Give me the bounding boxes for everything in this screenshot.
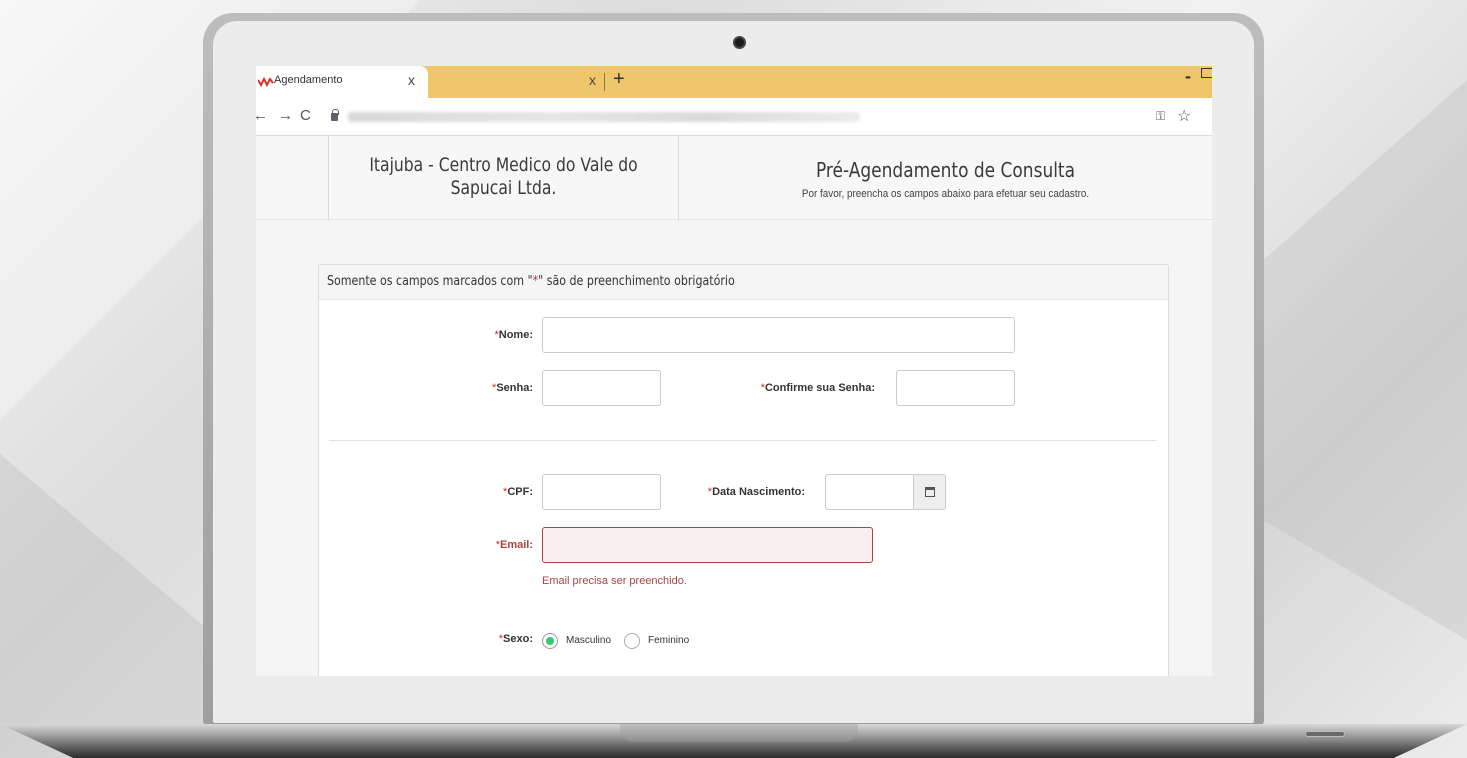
required-fields-notice: Somente os campos marcados com "*" são d…: [327, 274, 735, 289]
confirme-senha-label: *Confirme sua Senha:: [739, 382, 875, 394]
page-header: Itajuba - Centro Medico do Vale do Sapuc…: [256, 136, 1212, 220]
divider: [328, 136, 329, 220]
nome-label: *Nome:: [469, 329, 533, 341]
window-maximize-button[interactable]: [1201, 68, 1212, 78]
sexo-masculino-radio[interactable]: [542, 633, 558, 649]
page-subtitle: Por favor, preencha os campos abaixo par…: [801, 188, 1090, 200]
clinic-favicon-icon: [258, 77, 274, 87]
label-text: Nome:: [498, 329, 533, 341]
browser-tab-strip: Agendamento x x + -: [256, 66, 1212, 98]
nome-input[interactable]: [542, 317, 1015, 353]
label-text: Senha:: [496, 382, 533, 394]
tab-close-icon[interactable]: x: [408, 72, 415, 88]
new-tab-button[interactable]: +: [613, 68, 625, 91]
laptop-hinge-notch: [620, 724, 858, 742]
tab-agendamento[interactable]: Agendamento x: [256, 66, 428, 98]
label-text: Email:: [499, 539, 533, 551]
section-divider: [329, 440, 1156, 441]
page-title: Pré-Agendamento de Consulta: [815, 158, 1076, 182]
data-nascimento-label: *Data Nascimento:: [689, 486, 805, 498]
senha-label: *Senha:: [469, 382, 533, 394]
forward-arrow-icon[interactable]: →: [278, 107, 293, 124]
web-page: Itajuba - Centro Medico do Vale do Sapuc…: [256, 136, 1212, 676]
sexo-label: *Sexo:: [469, 633, 533, 645]
notice-prefix: Somente os campos marcados com ": [327, 274, 533, 289]
laptop-screen: Agendamento x x + - ← → C ⚿ ☆ Itajuba - …: [256, 66, 1212, 676]
notice-suffix: " são de preenchimento obrigatório: [538, 274, 735, 289]
email-input[interactable]: [542, 527, 873, 563]
tab-separator: [604, 73, 605, 91]
registration-form-panel: Somente os campos marcados com "*" são d…: [318, 264, 1169, 676]
data-nascimento-input[interactable]: [825, 474, 914, 510]
panel-heading: Somente os campos marcados com "*" são d…: [319, 265, 1168, 300]
reload-icon[interactable]: C: [300, 107, 311, 124]
window-minimize-button[interactable]: -: [1185, 66, 1191, 87]
calendar-button[interactable]: [914, 474, 946, 510]
label-text: Confirme sua Senha:: [764, 382, 875, 394]
browser-toolbar: ← → C ⚿ ☆: [256, 98, 1212, 136]
senha-input[interactable]: [542, 370, 661, 406]
label-text: CPF:: [507, 486, 533, 498]
bookmark-star-icon[interactable]: ☆: [1177, 106, 1191, 126]
back-arrow-icon[interactable]: ←: [256, 107, 268, 124]
cpf-input[interactable]: [542, 474, 661, 510]
confirme-senha-input[interactable]: [896, 370, 1015, 406]
tab2-close-icon[interactable]: x: [589, 72, 596, 88]
webcam-icon: [733, 36, 746, 49]
laptop-port-slot: [1305, 731, 1345, 737]
clinic-name: Itajuba - Centro Medico do Vale do Sapuc…: [369, 154, 638, 199]
cpf-label: *CPF:: [469, 486, 533, 498]
address-bar-blurred[interactable]: [348, 112, 860, 122]
divider: [678, 136, 679, 220]
email-label: *Email:: [469, 539, 533, 551]
sexo-feminino-label[interactable]: Feminino: [648, 635, 689, 646]
email-error-message: Email precisa ser preenchido.: [542, 575, 687, 587]
tab-title: Agendamento: [274, 74, 343, 86]
label-text: Data Nascimento:: [712, 486, 805, 498]
lock-icon: [331, 109, 339, 121]
password-key-icon[interactable]: ⚿: [1156, 109, 1165, 124]
label-text: Sexo:: [503, 633, 533, 645]
calendar-icon: [924, 487, 935, 497]
sexo-masculino-label[interactable]: Masculino: [566, 635, 611, 646]
sexo-feminino-radio[interactable]: [624, 633, 640, 649]
